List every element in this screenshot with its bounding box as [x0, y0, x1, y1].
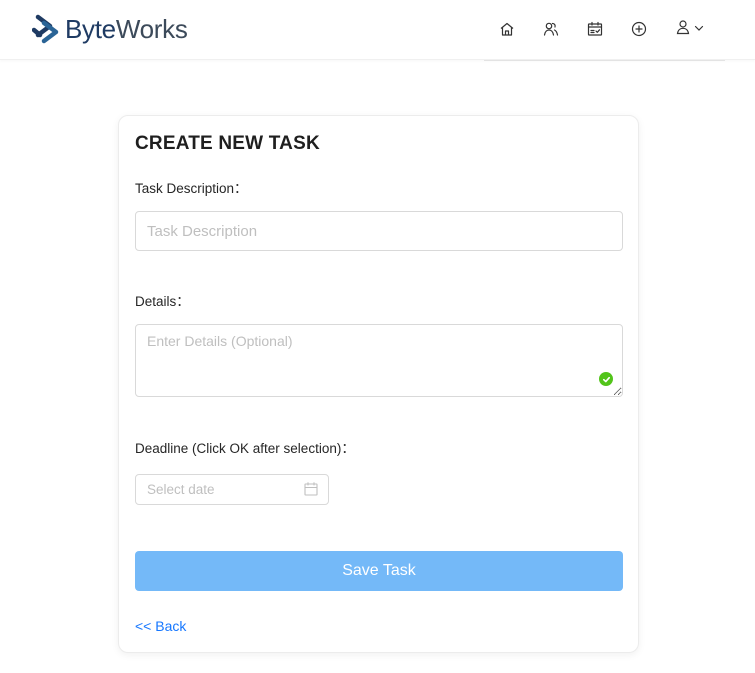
deadline-label: Deadline (Click OK after selection)： [135, 441, 355, 456]
chevron-down-icon [694, 20, 704, 38]
back-link[interactable]: << Back [135, 618, 186, 634]
logo-text-works: Works [115, 14, 188, 44]
details-label: Details： [135, 294, 190, 309]
task-description-input[interactable] [135, 211, 623, 251]
user-icon [675, 19, 691, 40]
save-task-button[interactable]: Save Task [135, 551, 623, 591]
add-circle-icon[interactable] [627, 17, 651, 41]
deadline-date-picker[interactable] [135, 474, 329, 505]
tasks-calendar-icon[interactable] [583, 17, 607, 41]
logo[interactable]: ByteWorks [32, 12, 188, 46]
details-textarea[interactable] [135, 324, 623, 397]
team-icon[interactable] [539, 17, 563, 41]
user-menu[interactable] [671, 17, 707, 41]
nav-divider [484, 60, 725, 61]
page-title: CREATE NEW TASK [135, 133, 320, 154]
deadline-date-input[interactable] [136, 475, 318, 504]
validation-success-icon [599, 372, 613, 386]
task-description-label: Task Description： [135, 181, 248, 196]
home-icon[interactable] [495, 17, 519, 41]
logo-text-byte: Byte [65, 14, 116, 44]
logo-text: ByteWorks [65, 12, 188, 46]
top-header: ByteWorks [0, 0, 755, 60]
create-task-card: CREATE NEW TASK Task Description： Detail… [118, 115, 639, 653]
calendar-icon[interactable] [304, 482, 318, 501]
byteworks-logo-icon [32, 13, 62, 45]
